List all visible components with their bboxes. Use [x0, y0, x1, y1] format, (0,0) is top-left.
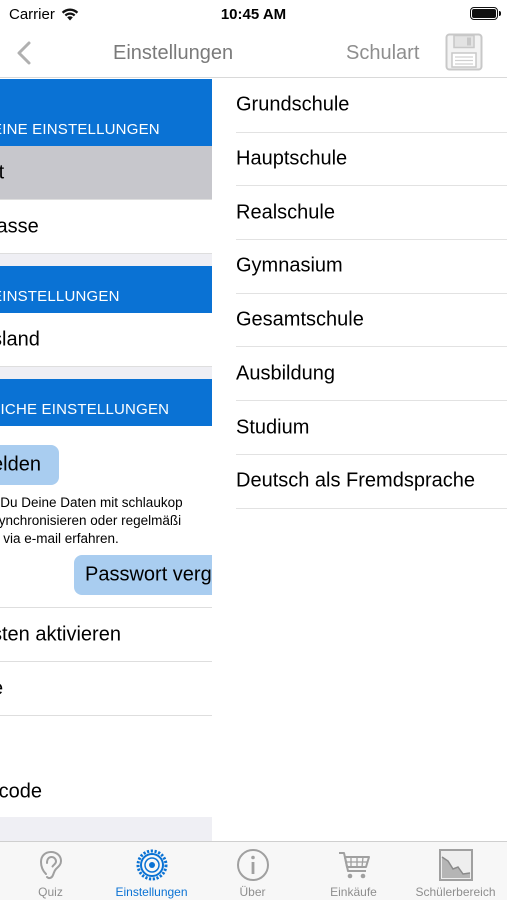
settings-panel: EINE EINSTELLUNGEN rt lasse EINSTELLUNGE… [0, 79, 212, 841]
tab-einkaeufe-label: Einkäufe [330, 885, 377, 899]
settings-row-e[interactable]: e [0, 662, 212, 716]
battery-icon [470, 7, 501, 20]
status-time: 10:45 AM [220, 6, 287, 23]
passwort-vergessen-label: Passwort verg [85, 563, 212, 586]
account-info-line3: d via e-mail erfahren. [0, 531, 119, 546]
back-chevron-icon[interactable] [10, 38, 38, 68]
schulart-item[interactable]: Gesamtschule [236, 294, 507, 348]
schulart-list: Grundschule Hauptschule Realschule Gymna… [212, 79, 507, 841]
section-header-region-label: EINSTELLUNGEN [0, 288, 120, 305]
info-icon [236, 849, 269, 881]
settings-row-e-label: e [0, 677, 3, 700]
tab-bar: Quiz Einstellungen Über Einkäufe Schüler… [0, 841, 507, 900]
settings-row-klasse[interactable]: lasse [0, 200, 212, 254]
settings-row-schulart-label: rt [0, 161, 4, 184]
schulart-item-label: Deutsch als Fremdsprache [236, 469, 475, 492]
anmelden-button[interactable]: elden [0, 445, 59, 485]
schulart-title: Schulart [346, 42, 420, 64]
schulart-item-label: Grundschule [236, 93, 350, 116]
schulart-item[interactable]: Hauptschule [236, 133, 507, 187]
status-bar: Carrier 10:45 AM [0, 0, 507, 28]
navigation-bar: Einstellungen Schulart [0, 28, 507, 78]
tab-quiz-label: Quiz [38, 885, 63, 899]
section-header-general-label: EINE EINSTELLUNGEN [0, 121, 160, 138]
settings-row-bundesland-label: sland [0, 328, 40, 350]
schulart-item[interactable]: Deutsch als Fremdsprache [236, 455, 507, 509]
schulart-item-label: Hauptschule [236, 147, 348, 170]
passwort-vergessen-button[interactable]: Passwort verg [74, 555, 212, 595]
section-header-general: EINE EINSTELLUNGEN [0, 79, 212, 146]
save-icon[interactable] [444, 32, 484, 72]
settings-row-bundesland[interactable]: sland [0, 313, 212, 367]
tab-schuelerbereich[interactable]: Schülerbereich [404, 842, 507, 900]
anmelden-button-label: elden [0, 453, 41, 476]
settings-row-schulart[interactable]: rt [0, 146, 212, 200]
tab-schuelerbereich-label: Schülerbereich [415, 885, 496, 899]
chart-icon [438, 849, 473, 881]
section-header-personal-label: LICHE EINSTELLUNGEN [0, 401, 170, 418]
cart-icon [338, 852, 370, 879]
schulart-item-label: Realschule [236, 201, 335, 224]
gear-icon [136, 849, 167, 881]
schulart-item-label: Ausbildung [236, 362, 335, 385]
schulart-item[interactable]: Ausbildung [236, 348, 507, 402]
account-info-line1: Du Deine Daten mit schlaukop [0, 495, 183, 510]
settings-row-barcode[interactable]: rcode [0, 767, 212, 817]
settings-row-empty [0, 716, 212, 767]
schulart-item[interactable]: Studium [236, 401, 507, 455]
schulart-item[interactable]: Gymnasium [236, 240, 507, 294]
schulart-item-label: Gesamtschule [236, 308, 364, 331]
schulart-item[interactable]: Grundschule [236, 79, 507, 133]
settings-row-aktivieren[interactable]: sten aktivieren [0, 608, 212, 662]
settings-row-barcode-label: rcode [0, 780, 43, 803]
settings-row-aktivieren-label: sten aktivieren [0, 623, 121, 645]
schulart-item-label: Gymnasium [236, 254, 343, 277]
tab-quiz[interactable]: Quiz [0, 842, 101, 900]
settings-row-klasse-label: lasse [0, 215, 39, 237]
settings-title: Einstellungen [113, 42, 234, 64]
ear-icon [39, 850, 62, 880]
section-header-region: EINSTELLUNGEN [0, 266, 212, 313]
tab-ueber[interactable]: Über [202, 842, 303, 900]
section-header-personal: LICHE EINSTELLUNGEN [0, 379, 212, 426]
tab-einkaeufe[interactable]: Einkäufe [303, 842, 404, 900]
tab-ueber-label: Über [239, 885, 266, 899]
account-info-text: t Du Deine Daten mit schlaukop synchroni… [0, 494, 212, 548]
tab-einstellungen-label: Einstellungen [115, 885, 188, 899]
tab-einstellungen[interactable]: Einstellungen [101, 842, 202, 900]
schulart-item-label: Studium [236, 416, 310, 439]
account-info-line2: synchronisieren oder regelmäßi [0, 513, 182, 528]
schulart-item[interactable]: Realschule [236, 186, 507, 241]
